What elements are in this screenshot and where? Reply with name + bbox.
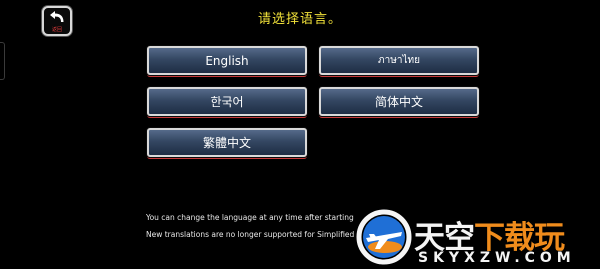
page-title: 请选择语言。 <box>257 12 342 27</box>
watermark-logo-icon <box>356 209 412 265</box>
note-line: You can change the language at any time … <box>146 213 354 222</box>
language-button-thai[interactable]: ภาษาไทย <box>319 46 479 75</box>
language-label: English <box>205 53 249 68</box>
language-label: 繁體中文 <box>202 136 251 150</box>
language-button-traditional-chinese[interactable]: 繁體中文 <box>147 128 307 157</box>
watermark-domain: SKYXZW.COM <box>418 250 576 266</box>
language-button-korean[interactable]: 한국어 <box>147 87 307 116</box>
back-label: 返回 <box>51 27 62 33</box>
note-line: New translations are no longer supported… <box>146 230 355 239</box>
language-label: 简体中文 <box>374 95 423 109</box>
language-button-english[interactable]: English <box>147 46 307 75</box>
language-label: 한국어 <box>210 95 244 109</box>
language-label: ภาษาไทย <box>378 55 420 66</box>
side-drawer-tab[interactable] <box>0 42 5 80</box>
language-notes: You can change the language at any time … <box>146 209 354 243</box>
language-button-simplified-chinese[interactable]: 简体中文 <box>319 87 479 116</box>
